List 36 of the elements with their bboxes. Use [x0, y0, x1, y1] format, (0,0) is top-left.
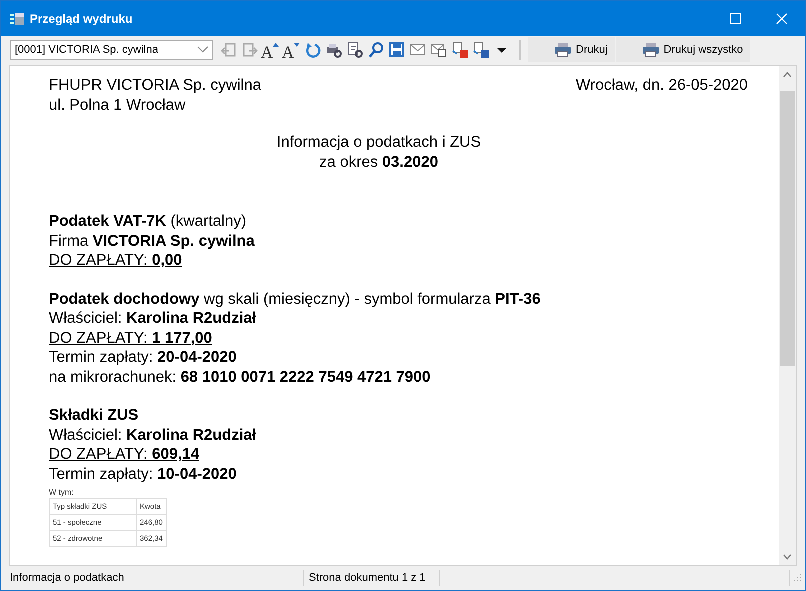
document-line: Składki ZUS	[49, 407, 139, 424]
company-select[interactable]: [0001] VICTORIA Sp. cywilna	[10, 40, 213, 60]
document-line: Podatek VAT-7K (kwartalny)	[49, 213, 247, 230]
scrollbar-thumb[interactable]	[780, 91, 795, 366]
font-increase-button[interactable]: A	[261, 38, 281, 60]
chevron-down-icon	[197, 46, 209, 54]
triangle-up-icon	[273, 42, 280, 46]
window-title: Przegląd wydruku	[30, 12, 133, 26]
scrollbar[interactable]	[779, 66, 796, 565]
amount-due: DO ZAPŁATY: 1 177,00	[49, 330, 212, 346]
document-line: Termin zapłaty: 10-04-2020	[49, 466, 237, 482]
close-icon	[776, 12, 788, 24]
document-line: Właściciel: Karolina R2udział	[49, 310, 257, 327]
company-address-line: FHUPR VICTORIA Sp. cywilna	[49, 76, 262, 96]
print-all-button[interactable]: Drukuj wszystko	[616, 37, 750, 62]
document-line: Właściciel: Karolina R2udział	[49, 426, 257, 444]
document-line: Termin zapłaty: 20-04-2020	[49, 349, 237, 366]
document-line: Firma VICTORIA Sp. cywilna	[49, 232, 255, 250]
document-title: Informacja o podatkach i ZUS	[276, 133, 482, 152]
font-decrease-button[interactable]: A	[282, 38, 302, 60]
status-text: Informacja o podatkach	[9, 571, 126, 586]
app-icon	[9, 10, 25, 26]
printer-icon	[642, 42, 660, 58]
company-address-line: ul. Polna 1 Wrocław	[49, 96, 187, 115]
document-title: za okres 03.2020	[318, 152, 440, 172]
document-line: Podatek dochodowy wg skali (miesięczny) - symbol formularza PIT-36	[49, 290, 541, 308]
place-date: Wrocław, dn. 26-05-2020	[576, 76, 748, 96]
maximize-icon	[730, 12, 742, 24]
amount-due: DO ZAPŁATY: 609,14	[49, 446, 200, 463]
amount-due: DO ZAPŁATY: 0,00	[49, 252, 182, 269]
table-caption: W tym:	[49, 488, 75, 497]
status-text: Strona dokumentu 1 z 1	[303, 570, 439, 586]
triangle-down-icon	[294, 42, 300, 46]
printer-icon	[554, 42, 572, 58]
print-button[interactable]: Drukuj	[528, 37, 615, 62]
document-line: na mikrorachunek: 68 1010 0071 2222 7549 4721 7900	[49, 368, 431, 386]
